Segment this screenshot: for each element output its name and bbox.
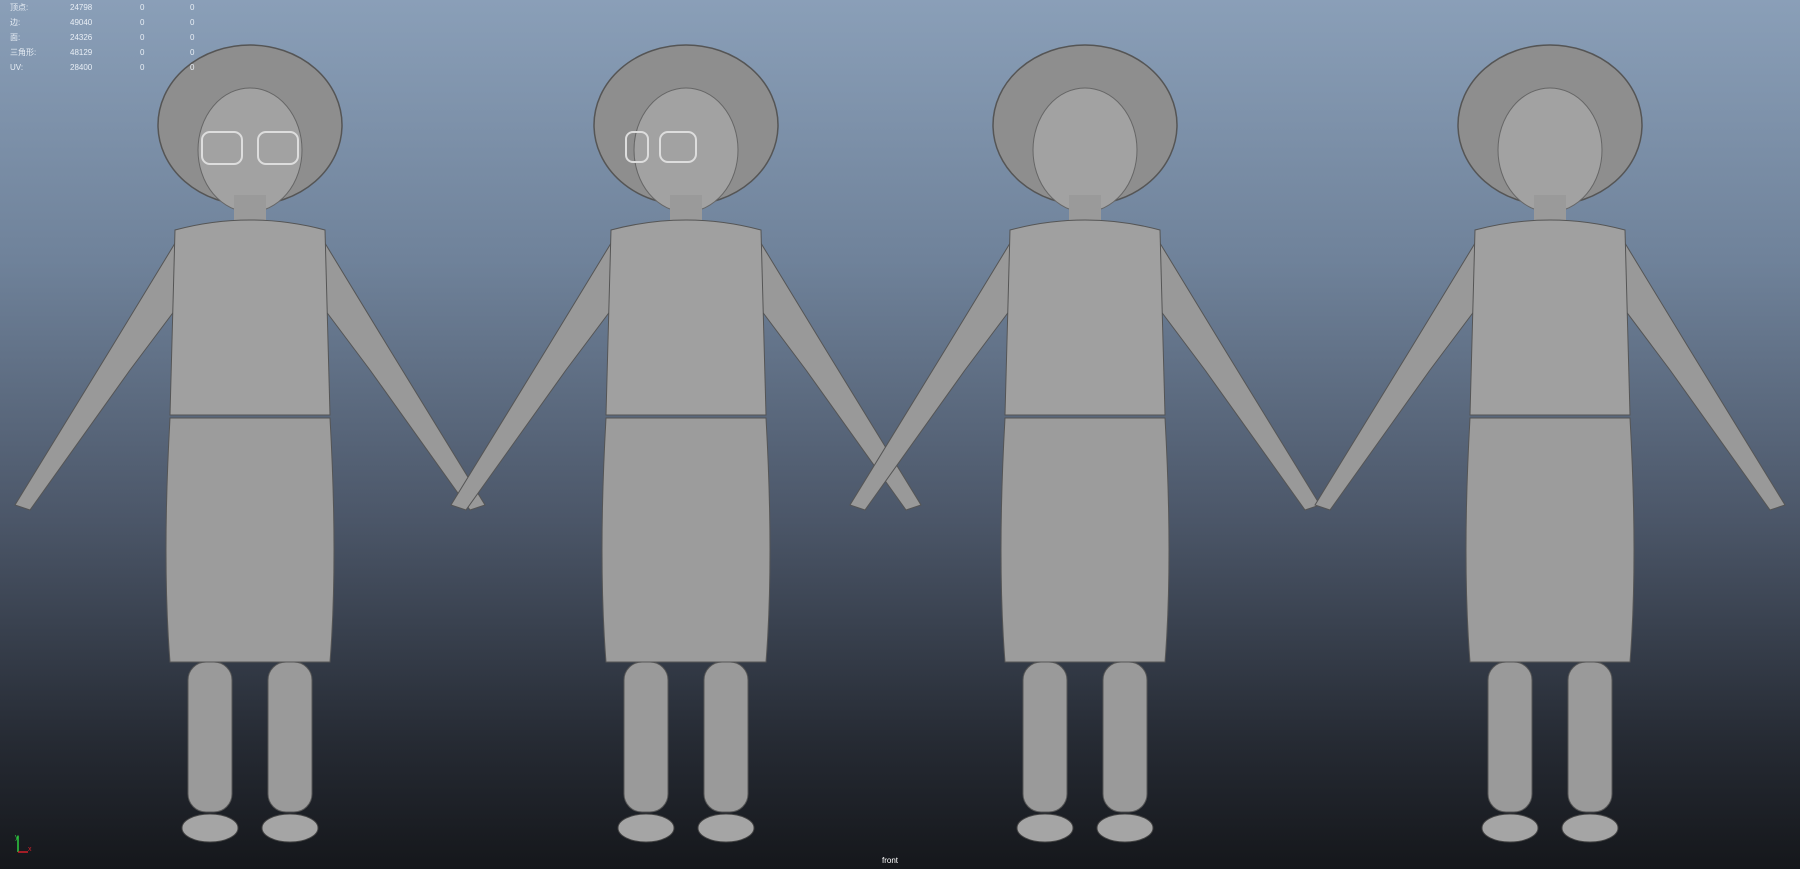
hud-value: 0 — [140, 48, 145, 57]
axis-y-label: y — [15, 834, 19, 841]
hud-label: UV: — [10, 63, 24, 72]
hud-row-vertices: 顶点: 24798 0 0 — [10, 0, 230, 15]
hud-label: 边: — [10, 18, 21, 27]
model-three-quarter-view[interactable] — [450, 44, 922, 843]
hud-label: 三角形: — [10, 48, 37, 57]
hud-row-faces: 面: 24326 0 0 — [10, 30, 230, 45]
model-back-three-quarter-view[interactable] — [849, 44, 1321, 843]
hud-row-edges: 边: 49040 0 0 — [10, 15, 230, 30]
hud-value: 0 — [140, 33, 145, 42]
model-back-view[interactable] — [1314, 44, 1786, 843]
hud-value: 24326 — [70, 33, 93, 42]
model-front-view[interactable] — [14, 44, 486, 843]
hud-value: 0 — [190, 33, 195, 42]
hud-value: 0 — [140, 18, 145, 27]
axis-gizmo-icon: y x — [15, 834, 32, 853]
hud-value: 0 — [190, 48, 195, 57]
hud-value: 0 — [140, 3, 145, 12]
hud-value: 0 — [190, 3, 195, 12]
hud-row-triangles: 三角形: 48129 0 0 — [10, 45, 230, 60]
hud-value: 28400 — [70, 63, 93, 72]
hud-value: 49040 — [70, 18, 93, 27]
hud-label: 面: — [10, 33, 21, 42]
viewport-3d[interactable] — [0, 0, 1800, 869]
hud-value: 24798 — [70, 3, 93, 12]
axis-x-label: x — [28, 846, 32, 853]
hud-value: 48129 — [70, 48, 93, 57]
hud-value: 0 — [190, 63, 195, 72]
hud-value: 0 — [140, 63, 145, 72]
camera-name-label: front — [882, 856, 899, 865]
poly-count-hud: 顶点: 24798 0 0 边: 49040 0 0 面: 24326 0 0 三角形: 48129… — [10, 0, 230, 75]
hud-value: 0 — [190, 18, 195, 27]
hud-row-uvs: UV: 28400 0 0 — [10, 60, 230, 75]
hud-label: 顶点: — [10, 3, 29, 12]
